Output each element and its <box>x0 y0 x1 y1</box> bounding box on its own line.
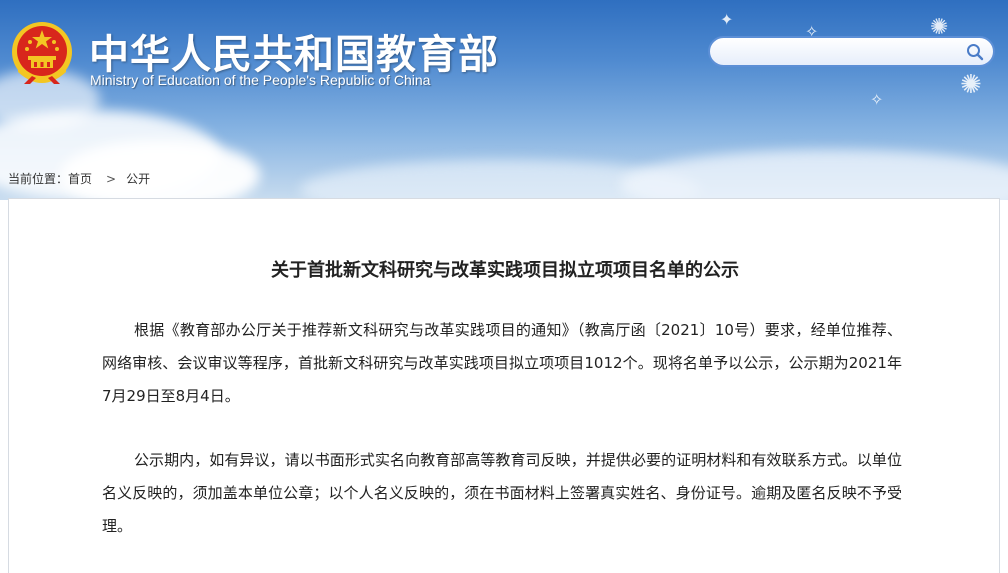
dandelion-icon: ✺ <box>960 70 982 100</box>
article-paragraph: 根据《教育部办公厅关于推荐新文科研究与改革实践项目的通知》（教高厅函〔2021〕… <box>102 321 902 405</box>
breadcrumb-home-link[interactable]: 首页 <box>68 170 92 187</box>
article-paragraph: 公示期内，如有异议，请以书面形式实名向教育部高等教育司反映，并提供必要的证明材料… <box>102 451 902 535</box>
search-input[interactable] <box>722 42 962 62</box>
breadcrumb-public-link[interactable]: 公开 <box>126 170 150 187</box>
search-icon[interactable] <box>965 42 985 62</box>
breadcrumb-label: 当前位置： <box>8 172 69 186</box>
sparkle-icon: ✧ <box>870 90 884 109</box>
article-title: 关于首批新文科研究与改革实践项目拟立项项目名单的公示 <box>271 260 739 281</box>
breadcrumb-separator: > <box>106 172 117 186</box>
sparkle-icon: ✦ <box>720 10 734 29</box>
article-panel: 关于首批新文科研究与改革实践项目拟立项项目名单的公示 根据《教育部办公厅关于推荐… <box>8 198 1000 573</box>
search-box[interactable] <box>708 36 995 67</box>
header-banner: ✦ ✧ ✺ ✺ ✧ 中华人民共和国教育部 Ministry of Educati… <box>0 0 1008 200</box>
site-subtitle: Ministry of Education of the People's Re… <box>90 72 431 88</box>
cloud-decoration <box>620 150 1008 200</box>
breadcrumb: 当前位置：首页 > 公开 <box>8 170 150 187</box>
national-emblem-icon[interactable] <box>10 20 74 86</box>
